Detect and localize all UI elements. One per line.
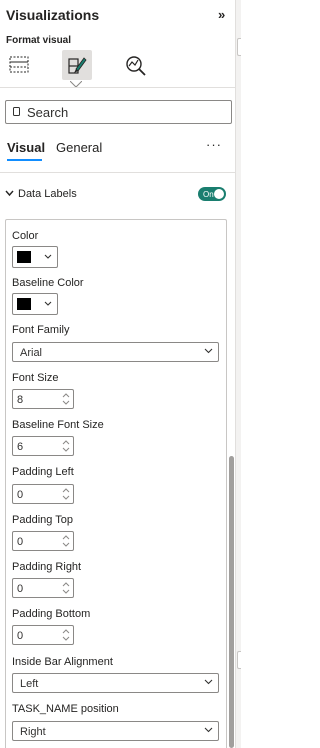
pane-edge-tab[interactable]: [237, 38, 241, 56]
pane-edge-tab[interactable]: [237, 651, 241, 669]
padding-top-label: Padding Top: [12, 514, 73, 526]
divider: [0, 87, 236, 88]
baseline-color-swatch: [17, 298, 31, 310]
chevron-down-icon: [204, 348, 213, 354]
data-labels-toggle[interactable]: On: [198, 187, 226, 201]
font-size-value: 8: [17, 394, 24, 406]
stepper-arrows-icon[interactable]: [62, 391, 70, 407]
search-placeholder: Search: [27, 104, 69, 120]
more-options-icon[interactable]: ···: [206, 137, 222, 152]
adjacent-pane-edge: [236, 0, 241, 748]
format-visual-icon[interactable]: [62, 50, 92, 80]
padding-top-value: 0: [17, 536, 24, 548]
font-size-stepper[interactable]: 8: [12, 389, 74, 409]
inside-bar-alignment-dropdown[interactable]: Left: [12, 673, 219, 693]
task-name-position-dropdown[interactable]: Right: [12, 721, 219, 741]
tab-general[interactable]: General: [56, 140, 102, 155]
baseline-color-label: Baseline Color: [12, 277, 84, 289]
padding-left-stepper[interactable]: 0: [12, 484, 74, 504]
inside-bar-alignment-value: Left: [20, 678, 39, 690]
analytics-icon[interactable]: [121, 50, 151, 80]
tab-selected-indicator: [7, 159, 42, 161]
color-picker[interactable]: [12, 246, 58, 268]
divider: [0, 172, 236, 173]
stepper-arrows-icon[interactable]: [62, 627, 70, 643]
padding-top-stepper[interactable]: 0: [12, 531, 74, 551]
baseline-font-size-value: 6: [17, 441, 24, 453]
search-input[interactable]: Search: [5, 100, 232, 124]
toggle-knob: [214, 189, 224, 199]
baseline-font-size-stepper[interactable]: 6: [12, 436, 74, 456]
pane-title: Visualizations: [6, 7, 100, 23]
chevron-down-icon: [204, 679, 213, 685]
format-visual-heading: Format visual: [6, 35, 72, 46]
chevron-down-icon: [44, 301, 52, 306]
stepper-arrows-icon[interactable]: [62, 438, 70, 454]
padding-left-value: 0: [17, 489, 24, 501]
visualizations-pane: Visualizations » Format visual Search Vi…: [0, 0, 236, 748]
task-name-position-label: TASK_NAME position: [12, 703, 119, 715]
padding-right-label: Padding Right: [12, 561, 82, 573]
section-title-data-labels[interactable]: Data Labels: [18, 188, 77, 200]
scrollbar-thumb[interactable]: [229, 456, 234, 748]
inside-bar-alignment-label: Inside Bar Alignment: [12, 656, 113, 668]
baseline-font-size-label: Baseline Font Size: [12, 419, 104, 431]
stepper-arrows-icon[interactable]: [62, 580, 70, 596]
color-swatch: [17, 251, 31, 263]
padding-bottom-value: 0: [17, 630, 24, 642]
font-family-value: Arial: [20, 347, 43, 359]
stepper-arrows-icon[interactable]: [62, 486, 70, 502]
toggle-label: On: [203, 189, 214, 199]
stepper-arrows-icon[interactable]: [62, 533, 70, 549]
chevron-down-icon: [44, 254, 52, 259]
font-family-label: Font Family: [12, 324, 70, 336]
padding-right-value: 0: [17, 583, 24, 595]
chevron-down-icon[interactable]: [5, 190, 14, 197]
font-size-label: Font Size: [12, 372, 59, 384]
chevron-double-right-icon[interactable]: »: [218, 7, 225, 22]
font-family-dropdown[interactable]: Arial: [12, 342, 219, 362]
padding-right-stepper[interactable]: 0: [12, 578, 74, 598]
padding-bottom-label: Padding Bottom: [12, 608, 91, 620]
padding-left-label: Padding Left: [12, 466, 74, 478]
chevron-down-icon: [204, 727, 213, 733]
baseline-color-picker[interactable]: [12, 293, 58, 315]
task-name-position-value: Right: [20, 726, 46, 738]
tab-visual[interactable]: Visual: [7, 140, 45, 155]
search-icon: [13, 107, 20, 116]
build-visual-icon[interactable]: [4, 50, 34, 80]
padding-bottom-stepper[interactable]: 0: [12, 625, 74, 645]
color-label: Color: [12, 230, 39, 242]
